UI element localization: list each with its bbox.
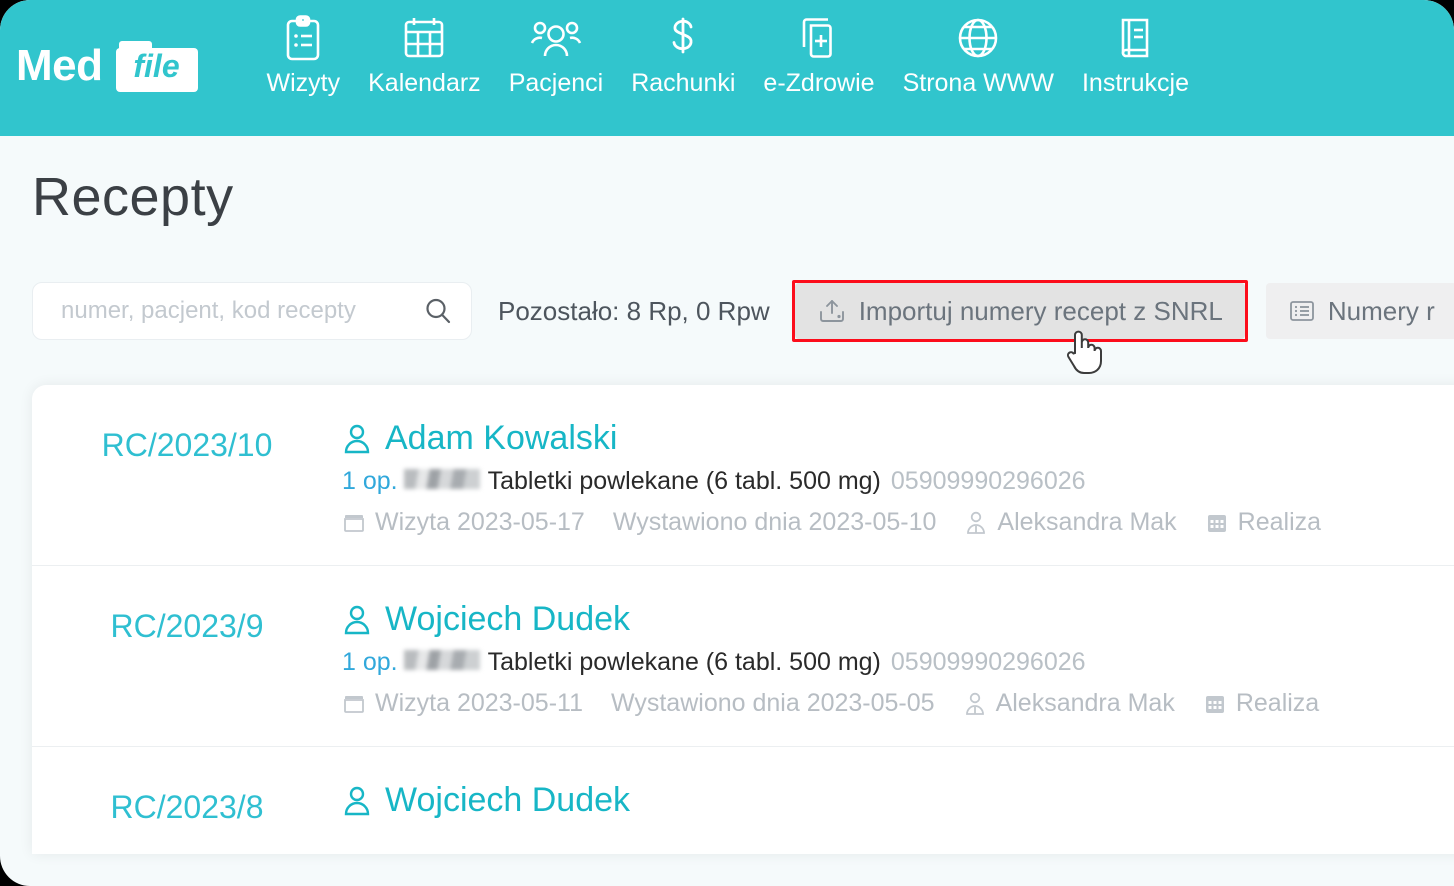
patient-name: Adam Kowalski (385, 419, 618, 457)
drug-quantity: 1 op. (342, 467, 398, 495)
issued-meta: Wystawiono dnia 2023-05-05 (611, 689, 935, 718)
prescription-code[interactable]: RC/2023/9 (32, 600, 342, 645)
prescription-numbers-button-label: Numery r (1327, 295, 1435, 326)
prescription-code[interactable]: RC/2023/8 (32, 781, 342, 826)
nav-label-strona-www: Strona WWW (902, 69, 1054, 97)
doctor-meta: Aleksandra Mak (964, 508, 1177, 537)
dollar-icon (663, 14, 703, 64)
nav-label-pacjenci: Pacjenci (508, 69, 604, 97)
nav-item-instrukcje[interactable]: Instrukcje (1068, 14, 1203, 98)
prescription-meta: Wizyta 2023-05-11 Wystawiono dnia 2023-0… (342, 689, 1454, 718)
nav-label-kalendarz: Kalendarz (368, 69, 481, 97)
page-title: Recepty (32, 167, 234, 227)
visit-date: Wizyta 2023-05-17 (375, 508, 585, 536)
calendar-icon (401, 14, 447, 64)
toolbar: Pozostało: 8 Rp, 0 Rpw Importuj numery r… (32, 280, 1454, 342)
nav-item-strona-www[interactable]: Strona WWW (889, 14, 1068, 98)
drug-line: 1 op. Tabletki powlekane (6 tabl. 500 mg… (342, 467, 1454, 496)
doctor-icon (963, 691, 987, 717)
search-input[interactable] (59, 296, 415, 326)
clipboard-icon (282, 14, 324, 64)
brand-file-text: file (133, 48, 180, 84)
nav-item-ezdrowie[interactable]: e-Zdrowie (749, 14, 888, 98)
patient-link[interactable]: Wojciech Dudek (342, 600, 1454, 639)
drug-line: 1 op. Tabletki powlekane (6 tabl. 500 mg… (342, 648, 1454, 677)
remaining-prescriptions-label: Pozostało: 8 Rp, 0 Rpw (498, 295, 770, 326)
brand-file-badge: file (113, 38, 201, 94)
nav-label-wizyty: Wizyty (266, 69, 341, 97)
prescriptions-list-card: RC/2023/10 Adam Kowalski 1 op. Tabletki … (32, 385, 1454, 854)
medfile-logo[interactable]: Med file (16, 38, 201, 94)
import-snrl-button-label: Importuj numery recept z SNRL (858, 295, 1223, 326)
prescription-numbers-button[interactable]: Numery r (1265, 283, 1454, 339)
realization-meta: Realiza (1203, 689, 1319, 718)
prescription-meta: Wizyta 2023-05-17 Wystawiono dnia 2023-0… (342, 508, 1454, 537)
import-button-highlight: Importuj numery recept z SNRL (791, 280, 1248, 342)
drug-ean-code: 05909990296026 (890, 648, 1086, 676)
app-window: Med file Wizyty Kalendarz Pacjenci Rachu… (0, 0, 1454, 886)
nav-item-rachunki[interactable]: Rachunki (617, 14, 749, 98)
nav-item-pacjenci[interactable]: Pacjenci (495, 14, 618, 98)
redacted-drug-name (403, 650, 480, 670)
globe-icon (954, 14, 1002, 64)
issued-date: Wystawiono dnia 2023-05-05 (610, 689, 935, 717)
search-box[interactable] (32, 282, 472, 340)
realization-text: Realiza (1237, 508, 1322, 536)
table-row[interactable]: RC/2023/9 Wojciech Dudek 1 op. Tabletki … (32, 566, 1454, 747)
realization-meta: Realiza (1205, 508, 1321, 537)
table-row[interactable]: RC/2023/10 Adam Kowalski 1 op. Tabletki … (32, 385, 1454, 566)
patient-name: Wojciech Dudek (385, 781, 631, 819)
nav-label-instrukcje: Instrukcje (1081, 69, 1189, 97)
redacted-drug-name (403, 469, 480, 489)
prescription-details: Wojciech Dudek 1 op. Tabletki powlekane … (342, 600, 1454, 718)
drug-form: Tabletki powlekane (6 tabl. 500 mg) (487, 467, 881, 495)
list-icon (1288, 297, 1316, 325)
prescription-code[interactable]: RC/2023/10 (32, 419, 342, 464)
prescription-details: Wojciech Dudek (342, 781, 1454, 820)
medical-docs-icon (795, 14, 843, 64)
nav-items: Wizyty Kalendarz Pacjenci Rachunki e-Zdr… (253, 14, 1203, 98)
patient-link[interactable]: Adam Kowalski (342, 419, 1454, 458)
visit-meta: Wizyta 2023-05-17 (342, 508, 585, 537)
visit-meta: Wizyta 2023-05-11 (342, 689, 583, 718)
user-icon (342, 603, 372, 637)
upload-icon (817, 296, 847, 326)
drug-quantity: 1 op. (342, 648, 398, 676)
mouse-cursor-pointer (1062, 327, 1104, 377)
doctor-name: Aleksandra Mak (995, 689, 1175, 717)
prescription-details: Adam Kowalski 1 op. Tabletki powlekane (… (342, 419, 1454, 537)
brand-med-text: Med (16, 41, 103, 90)
patient-link[interactable]: Wojciech Dudek (342, 781, 1454, 820)
user-icon (342, 784, 372, 818)
drug-form: Tabletki powlekane (6 tabl. 500 mg) (487, 648, 881, 676)
issued-date: Wystawiono dnia 2023-05-10 (612, 508, 937, 536)
visit-date: Wizyta 2023-05-11 (375, 689, 583, 717)
calendar-grid-icon (1203, 692, 1227, 716)
calendar-small-icon (342, 511, 366, 535)
calendar-small-icon (342, 692, 366, 716)
doctor-name: Aleksandra Mak (997, 508, 1177, 536)
doctor-meta: Aleksandra Mak (963, 689, 1175, 718)
patient-name: Wojciech Dudek (385, 600, 631, 638)
book-icon (1113, 14, 1157, 64)
people-icon (529, 14, 583, 64)
top-navigation-bar: Med file Wizyty Kalendarz Pacjenci Rachu… (0, 0, 1454, 136)
realization-text: Realiza (1235, 689, 1320, 717)
nav-item-kalendarz[interactable]: Kalendarz (354, 14, 495, 98)
user-icon (342, 422, 372, 456)
nav-label-rachunki: Rachunki (631, 69, 736, 97)
calendar-grid-icon (1205, 511, 1229, 535)
nav-item-wizyty[interactable]: Wizyty (253, 14, 355, 98)
issued-meta: Wystawiono dnia 2023-05-10 (613, 508, 937, 537)
doctor-icon (964, 510, 988, 536)
nav-label-ezdrowie: e-Zdrowie (763, 69, 875, 97)
drug-ean-code: 05909990296026 (890, 467, 1086, 495)
table-row[interactable]: RC/2023/8 Wojciech Dudek (32, 747, 1454, 854)
search-icon[interactable] (423, 296, 453, 326)
import-snrl-button[interactable]: Importuj numery recept z SNRL (794, 283, 1245, 339)
